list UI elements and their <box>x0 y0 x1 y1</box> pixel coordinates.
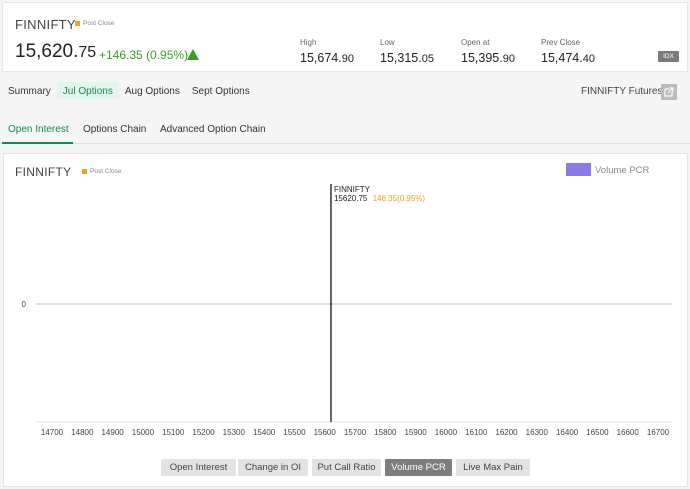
status-dot <box>75 21 80 26</box>
analysis-tabs: Open Interest Options Chain Advanced Opt… <box>0 116 690 144</box>
up-arrow-icon <box>187 49 199 60</box>
active-tab-indicator <box>2 142 73 144</box>
tab-options-chain[interactable]: Options Chain <box>83 124 146 135</box>
put-call-ratio-button[interactable]: Put Call Ratio <box>312 459 381 476</box>
x-tick-label: 15100 <box>162 428 185 437</box>
instrument-name: FINNIFTY <box>15 17 76 32</box>
x-tick-label: 14900 <box>101 428 124 437</box>
spot-marker-price: 15620.75 <box>334 194 368 203</box>
stat-value-main: 15,315. <box>380 51 422 65</box>
tab-advanced-option-chain[interactable]: Advanced Option Chain <box>160 124 266 135</box>
x-tick-label: 15500 <box>283 428 306 437</box>
x-tick-label: 16200 <box>495 428 518 437</box>
x-tick-label: 15300 <box>223 428 246 437</box>
x-tick-label: 15200 <box>192 428 215 437</box>
market-status: Post Close <box>75 20 114 27</box>
stat-value-main: 15,474. <box>541 51 583 65</box>
stat-label: Low <box>380 38 395 47</box>
stat-value: 15,474.40 <box>541 51 595 65</box>
spot-marker-value: 15620.75 146.35(0.95%) <box>334 194 425 203</box>
last-price-dec: 75 <box>78 44 97 61</box>
stat-value: 15,395.90 <box>461 51 515 65</box>
stat-open: Open at 15,395.90 <box>461 38 515 65</box>
stat-label: Open at <box>461 38 490 47</box>
price-change: +146.35 (0.95%) <box>99 48 189 62</box>
y-tick-label: 0 <box>22 300 27 309</box>
stat-label: Prev Close <box>541 38 581 47</box>
last-price: 15,620.75 <box>15 41 96 63</box>
x-tick-label: 16100 <box>465 428 488 437</box>
tab-jul-options[interactable]: Jul Options <box>56 82 119 99</box>
chart-card: FINNIFTY Post Close Volume PCR 0 14700 14… <box>3 153 688 487</box>
stat-value-main: 15,674. <box>300 51 342 65</box>
tab-summary[interactable]: Summary <box>2 82 57 99</box>
month-tabs: Summary Jul Options Aug Options Sept Opt… <box>2 82 256 102</box>
change-in-oi-button[interactable]: Change in OI <box>238 459 308 476</box>
quote-card: FINNIFTY Post Close 15,620.75 +146.35 (0… <box>2 2 688 72</box>
stat-value-main: 15,395. <box>461 51 503 65</box>
x-tick-label: 16600 <box>617 428 640 437</box>
x-tick-label: 16000 <box>435 428 458 437</box>
spot-marker-name: FINNIFTY <box>334 185 371 194</box>
x-tick-label: 15400 <box>253 428 276 437</box>
live-max-pain-button[interactable]: Live Max Pain <box>456 459 530 476</box>
stat-prev-close: Prev Close 15,474.40 <box>541 38 595 65</box>
tab-open-interest[interactable]: Open Interest <box>8 124 69 135</box>
tab-sept-options[interactable]: Sept Options <box>186 82 256 99</box>
market-status-label: Post Close <box>83 20 115 27</box>
x-tick-label: 16500 <box>586 428 609 437</box>
stat-value-dec: 90 <box>502 53 515 65</box>
x-tick-label: 14700 <box>41 428 64 437</box>
x-tick-label: 15700 <box>344 428 367 437</box>
x-tick-label: 16300 <box>526 428 549 437</box>
x-tick-label: 15900 <box>404 428 427 437</box>
x-tick-label: 15600 <box>314 428 337 437</box>
external-link-icon[interactable] <box>661 84 677 100</box>
open-interest-button[interactable]: Open Interest <box>161 459 236 476</box>
x-tick-label: 14800 <box>71 428 94 437</box>
idx-badge: IDX <box>658 51 679 62</box>
tab-aug-options[interactable]: Aug Options <box>119 82 186 99</box>
stat-value: 15,315.05 <box>380 51 434 65</box>
x-tick-label: 16700 <box>647 428 670 437</box>
stat-label: High <box>300 38 317 47</box>
stat-high: High 15,674.90 <box>300 38 354 65</box>
x-tick-label: 16400 <box>556 428 579 437</box>
stat-value: 15,674.90 <box>300 51 354 65</box>
stat-value-dec: 40 <box>582 53 595 65</box>
spot-marker-change: 146.35(0.95%) <box>373 194 426 203</box>
volume-pcr-button[interactable]: Volume PCR <box>385 459 452 476</box>
stat-value-dec: 90 <box>341 53 354 65</box>
chart-plot: 0 14700 14800 14900 15000 15100 15200 15300 154… <box>22 184 672 437</box>
futures-link[interactable]: FINNIFTY Futures <box>581 86 663 97</box>
x-tick-label: 15800 <box>374 428 397 437</box>
last-price-main: 15,620. <box>15 41 79 62</box>
stat-low: Low 15,315.05 <box>380 38 434 65</box>
chart-mode-buttons: Open Interest Change in OI Put Call Rati… <box>4 459 689 477</box>
stat-value-dec: 05 <box>421 53 434 65</box>
x-tick-label: 15000 <box>132 428 155 437</box>
